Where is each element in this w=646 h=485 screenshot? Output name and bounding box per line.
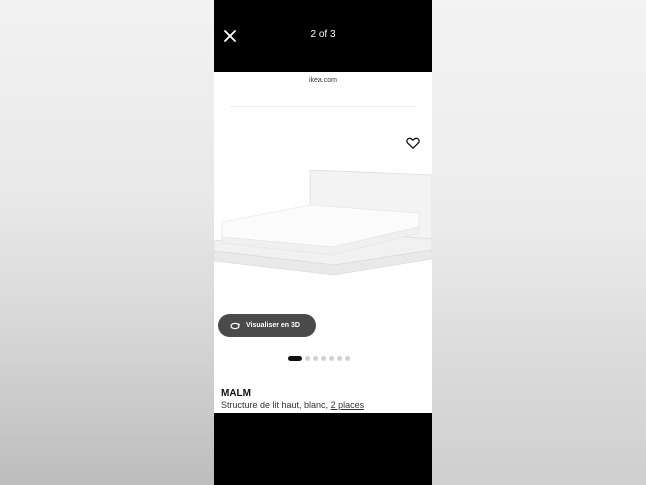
heart-outline-icon	[406, 137, 420, 149]
image-counter: 2 of 3	[310, 29, 336, 40]
carousel-dot[interactable]	[321, 355, 326, 361]
product-name: MALM	[221, 388, 251, 399]
blurred-background-right	[432, 0, 646, 485]
carousel-dot[interactable]	[345, 355, 350, 361]
url-label: ikea.com	[308, 77, 337, 84]
rotate-3d-icon	[230, 322, 241, 329]
carousel-dot[interactable]	[305, 355, 310, 361]
product-description-text: Structure de lit haut, blanc,	[221, 400, 331, 410]
image-viewer: 2 of 3 ikea.com Visualiser en 3D MALM St…	[214, 0, 432, 485]
view-3d-label: Visualiser en 3D	[246, 322, 300, 329]
carousel-indicator	[288, 355, 350, 361]
divider	[230, 106, 416, 107]
carousel-dot[interactable]	[337, 355, 342, 361]
product-description: Structure de lit haut, blanc, 2 places	[221, 400, 364, 410]
carousel-dot[interactable]	[288, 355, 302, 361]
size-link[interactable]: 2 places	[331, 400, 365, 410]
screenshot-page: ikea.com Visualiser en 3D MALM Structure…	[214, 72, 432, 413]
blurred-background-left	[0, 0, 214, 485]
carousel-dot[interactable]	[313, 355, 318, 361]
carousel-dot[interactable]	[329, 355, 334, 361]
view-3d-button[interactable]: Visualiser en 3D	[218, 314, 316, 337]
viewer-top-bar: 2 of 3	[214, 0, 432, 72]
product-image	[214, 169, 432, 276]
favorite-button[interactable]	[405, 135, 421, 151]
viewer-bottom-bar	[214, 413, 432, 485]
